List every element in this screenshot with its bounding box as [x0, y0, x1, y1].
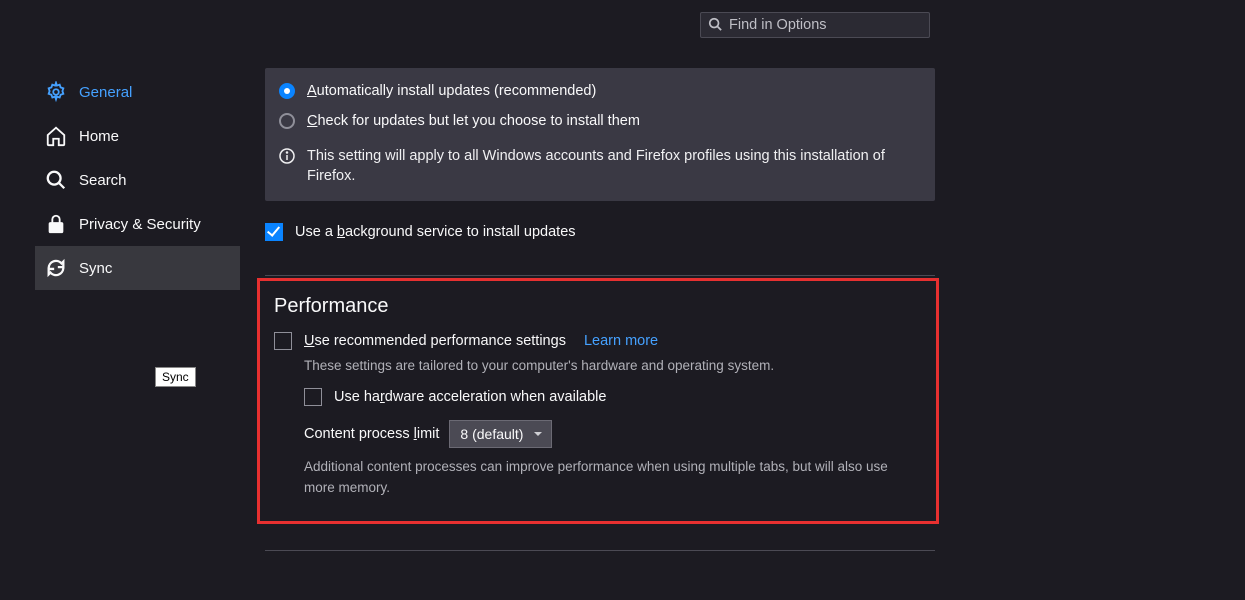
sync-tooltip: Sync — [155, 367, 196, 387]
content-process-helper: Additional content processes can improve… — [304, 456, 922, 499]
section-divider — [265, 550, 935, 551]
learn-more-link[interactable]: Learn more — [584, 333, 658, 349]
lock-icon — [45, 213, 67, 235]
section-divider — [265, 275, 935, 276]
sidebar-item-general[interactable]: General — [35, 70, 240, 114]
settings-sidebar: General Home Search Privacy & Security S… — [35, 70, 240, 290]
content-process-label: Content process limit — [304, 426, 439, 442]
sidebar-item-label: Home — [79, 128, 119, 145]
content-process-row: Content process limit 8 (default) — [304, 420, 922, 448]
chevron-down-icon — [533, 429, 543, 439]
sidebar-item-privacy[interactable]: Privacy & Security — [35, 202, 240, 246]
performance-section: Performance Use recommended performance … — [257, 278, 939, 524]
updates-panel: Automatically install updates (recommend… — [265, 68, 935, 201]
home-icon — [45, 125, 67, 147]
radio-label: Automatically install updates (recommend… — [307, 83, 596, 99]
update-option-auto[interactable]: Automatically install updates (recommend… — [279, 76, 921, 106]
info-icon — [279, 148, 295, 164]
radio-icon — [279, 113, 295, 129]
update-option-check[interactable]: Check for updates but let you choose to … — [279, 106, 921, 136]
performance-advanced: Use hardware acceleration when available — [304, 384, 922, 410]
hw-accel-row[interactable]: Use hardware acceleration when available — [304, 384, 922, 410]
sidebar-item-label: General — [79, 84, 132, 101]
hw-accel-checkbox — [304, 388, 322, 406]
select-value: 8 (default) — [460, 426, 523, 442]
hw-accel-label: Use hardware acceleration when available — [334, 389, 606, 405]
sidebar-item-home[interactable]: Home — [35, 114, 240, 158]
performance-heading: Performance — [274, 295, 922, 318]
updates-info-row: This setting will apply to all Windows a… — [279, 136, 921, 187]
updates-info-text: This setting will apply to all Windows a… — [307, 146, 921, 187]
sidebar-item-label: Search — [79, 172, 127, 189]
gear-icon — [45, 81, 67, 103]
background-service-checkbox[interactable]: Use a background service to install upda… — [265, 219, 935, 245]
search-icon — [45, 169, 67, 191]
settings-main: Automatically install updates (recommend… — [265, 68, 935, 553]
checkbox-label: Use a background service to install upda… — [295, 224, 576, 240]
sidebar-item-label: Privacy & Security — [79, 216, 201, 233]
use-recommended-label: Use recommended performance settings — [304, 333, 566, 349]
checkbox-icon — [265, 223, 283, 241]
sync-icon — [45, 257, 67, 279]
search-container — [700, 12, 930, 38]
content-process-select[interactable]: 8 (default) — [449, 420, 552, 448]
use-recommended-checkbox[interactable] — [274, 332, 292, 350]
radio-icon — [279, 83, 295, 99]
sidebar-item-search[interactable]: Search — [35, 158, 240, 202]
options-search-input[interactable] — [700, 12, 930, 38]
sidebar-item-label: Sync — [79, 260, 112, 277]
use-recommended-row: Use recommended performance settings Lea… — [274, 332, 922, 350]
radio-label: Check for updates but let you choose to … — [307, 113, 640, 129]
search-icon — [708, 17, 722, 31]
recommended-helper-text: These settings are tailored to your comp… — [304, 356, 922, 376]
sidebar-item-sync[interactable]: Sync — [35, 246, 240, 290]
